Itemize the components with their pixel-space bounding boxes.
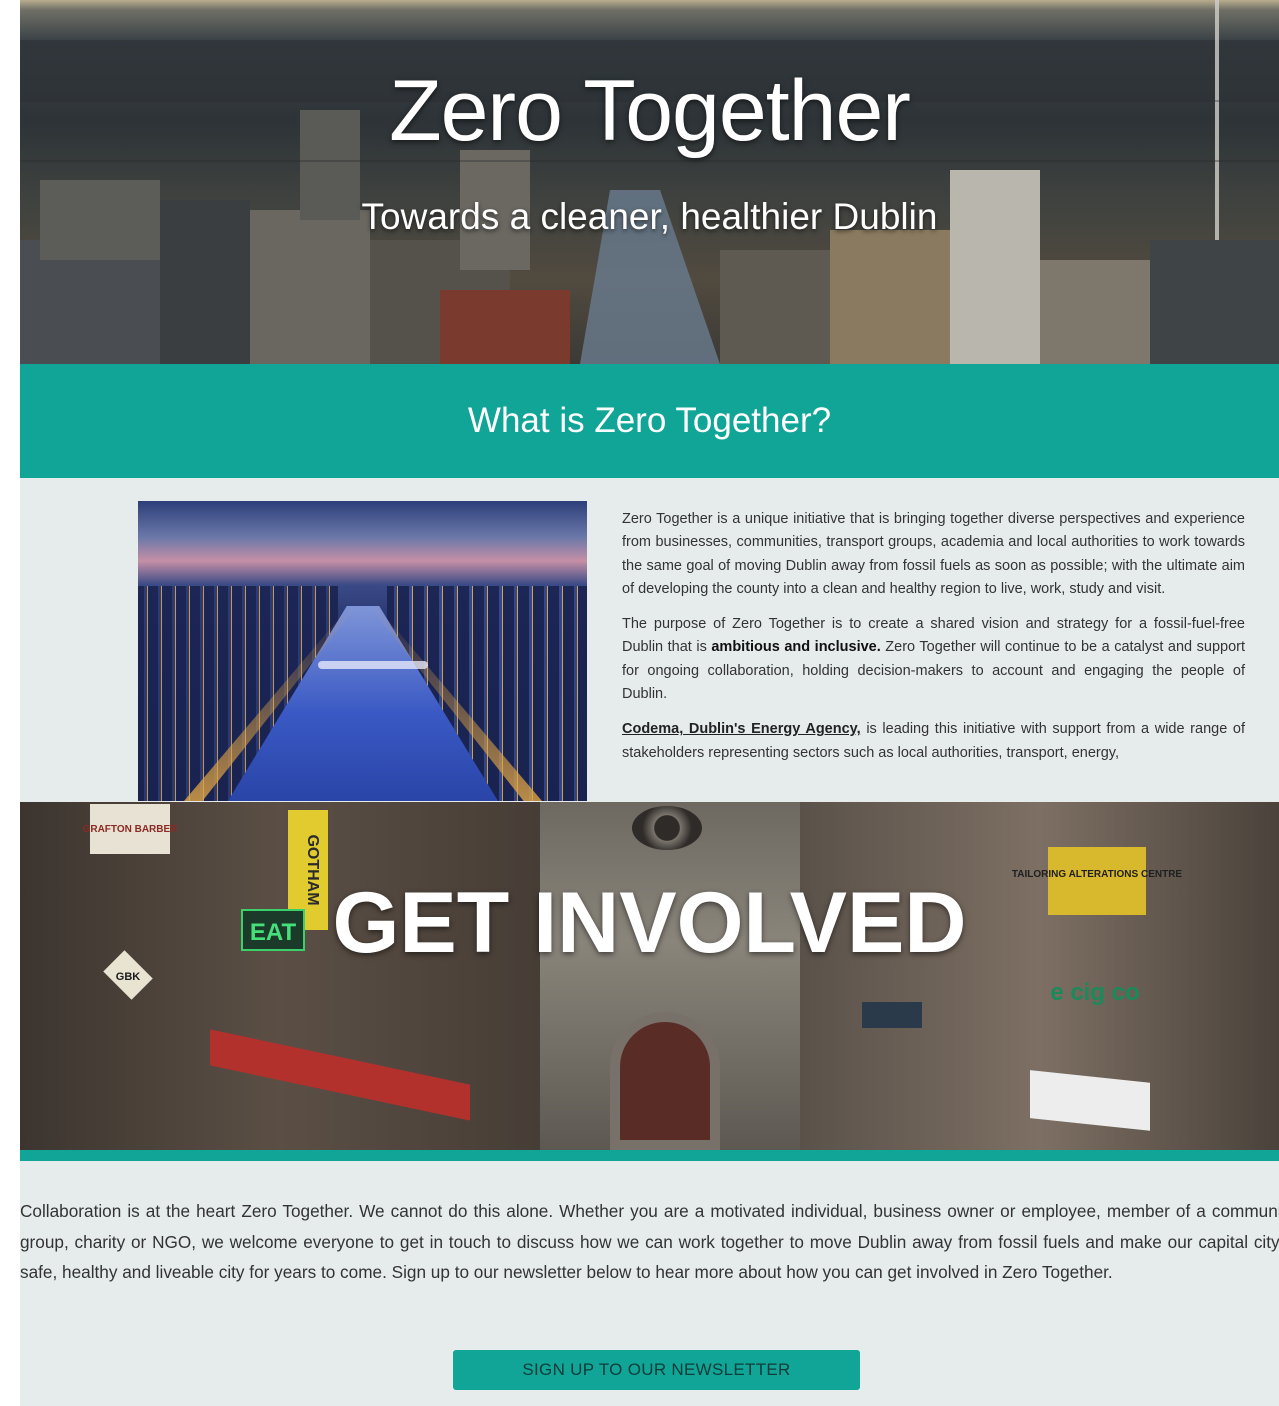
hero-subtitle: Towards a cleaner, healthier Dublin xyxy=(361,196,938,237)
get-involved-section: GRAFTON BARBER GOTHAM EAT GBK TAILORING … xyxy=(20,802,1279,1150)
what-is-heading: What is Zero Together? xyxy=(467,401,832,440)
teal-divider xyxy=(20,1150,1279,1161)
street-signs-layer: GRAFTON BARBER GOTHAM EAT GBK TAILORING … xyxy=(83,804,1182,1131)
about-paragraph-1: Zero Together is a unique initiative tha… xyxy=(622,511,1245,597)
page: Zero Together Towards a cleaner, healthi… xyxy=(20,0,1279,1406)
collaboration-text: Collaboration is at the heart Zero Toget… xyxy=(20,1201,1279,1282)
hero-section: Zero Together Towards a cleaner, healthi… xyxy=(20,0,1279,364)
about-text: Zero Together is a unique initiative tha… xyxy=(622,508,1245,777)
hero-cityscape-image xyxy=(20,0,1279,364)
dublin-river-photo xyxy=(138,501,587,801)
codema-link[interactable]: Codema, Dublin's Energy Agency, xyxy=(622,721,861,737)
what-is-banner: What is Zero Together? xyxy=(20,364,1279,478)
about-p2-bold: ambitious and inclusive. xyxy=(711,639,881,656)
newsletter-signup-button[interactable]: SIGN UP TO OUR NEWSLETTER xyxy=(453,1350,860,1390)
about-paragraph-3: Codema, Dublin's Energy Agency, is leadi… xyxy=(622,718,1245,765)
about-paragraph-2: The purpose of Zero Together is to creat… xyxy=(622,613,1245,706)
get-involved-heading: GET INVOLVED xyxy=(332,875,967,971)
ecig-sign xyxy=(1030,1070,1150,1131)
grafton-barber-text: GRAFTON BARBER xyxy=(83,824,179,835)
hero-title: Zero Together xyxy=(389,63,911,159)
street-number-sign xyxy=(862,1002,922,1028)
ecig-text: e cig co xyxy=(1050,979,1139,1006)
about-section: Zero Together is a unique initiative tha… xyxy=(20,478,1279,802)
